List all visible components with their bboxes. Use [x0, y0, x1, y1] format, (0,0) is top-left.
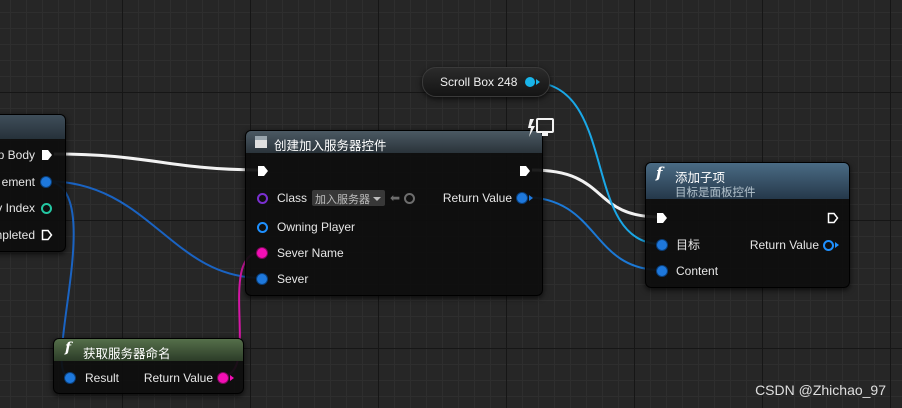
widget-icon	[255, 136, 267, 148]
target-pin[interactable]	[657, 240, 667, 250]
create-widget-exec-out[interactable]	[519, 165, 531, 177]
sever-label: Sever	[277, 272, 309, 286]
target-label: 目标	[676, 238, 701, 252]
wire-scrollbox-to-target	[529, 81, 662, 245]
result-label: Result	[85, 371, 120, 385]
pin-arrow-icon	[835, 242, 839, 248]
get-server-name-return-label: Return Value	[143, 371, 213, 385]
exec-wire-create-to-addchild	[531, 168, 661, 219]
add-child-node[interactable]: f 添加子项 目标是面板控件 目标 Return Value Content	[645, 162, 850, 288]
loop-body-label: p Body	[0, 148, 35, 162]
add-child-exec-in[interactable]	[656, 212, 668, 224]
result-pin[interactable]	[65, 373, 75, 383]
content-pin[interactable]	[657, 266, 667, 276]
sever-name-pin[interactable]	[257, 248, 267, 258]
sever-name-label: Sever Name	[277, 246, 344, 260]
monitor-icon	[528, 117, 554, 139]
completed-label: mpleted	[0, 228, 35, 242]
get-server-name-title: 获取服务器命名	[83, 347, 171, 361]
event-node-header	[0, 115, 65, 139]
return-value-pin[interactable]	[517, 193, 527, 203]
exec-wire-body-to-create	[53, 152, 263, 172]
sever-pin[interactable]	[257, 274, 267, 284]
pin-arrow-icon	[529, 195, 533, 201]
array-element-pin[interactable]	[41, 177, 51, 187]
create-widget-header: 创建加入服务器控件	[246, 131, 542, 153]
search-icon[interactable]	[404, 193, 415, 204]
owning-player-pin[interactable]	[257, 222, 268, 233]
add-child-exec-out[interactable]	[827, 212, 839, 224]
class-dropdown[interactable]: 加入服务器	[312, 190, 385, 206]
wire-element-to-sever	[44, 180, 263, 279]
pin-arrow-icon	[230, 375, 234, 381]
array-element-label: ement	[1, 175, 35, 189]
loop-body-exec-pin[interactable]	[41, 149, 53, 161]
content-label: Content	[676, 264, 719, 278]
scroll-box-output-pin[interactable]	[525, 77, 535, 87]
array-index-pin[interactable]	[41, 203, 52, 214]
class-label: Class	[277, 191, 308, 205]
chevron-down-icon	[373, 197, 381, 201]
get-server-name-return-pin[interactable]	[218, 373, 228, 383]
return-value-label: Return Value	[442, 191, 512, 205]
create-widget-title: 创建加入服务器控件	[274, 139, 387, 153]
add-child-subtitle: 目标是面板控件	[675, 187, 756, 199]
class-dropdown-value: 加入服务器	[315, 194, 370, 206]
add-child-return-label: Return Value	[749, 238, 819, 252]
get-server-name-node[interactable]: f 获取服务器命名 Result Return Value	[53, 338, 244, 394]
create-widget-node[interactable]: 创建加入服务器控件 Class 加入服务器 ⬅ Return Value Own…	[245, 130, 543, 296]
wire-return-to-content	[522, 196, 662, 271]
class-pin[interactable]	[257, 193, 268, 204]
create-widget-exec-in[interactable]	[257, 165, 269, 177]
watermark: CSDN @Zhichao_97	[755, 382, 886, 398]
pin-arrow-icon	[536, 79, 540, 85]
array-index-label: y Index	[0, 201, 35, 215]
function-f-icon: f	[65, 340, 72, 356]
owning-player-label: Owning Player	[277, 220, 356, 234]
scroll-box-label: Scroll Box 248	[440, 75, 518, 89]
add-child-return-pin[interactable]	[823, 240, 834, 251]
completed-exec-pin[interactable]	[41, 229, 53, 241]
scroll-box-variable-node[interactable]: Scroll Box 248	[422, 67, 550, 97]
arrow-left-icon[interactable]: ⬅	[390, 191, 400, 205]
get-server-name-header: f 获取服务器命名	[54, 339, 243, 361]
event-node-partial[interactable]: p Body ement y Index mpleted	[0, 114, 66, 252]
function-f-icon: f	[656, 164, 663, 182]
add-child-header: f 添加子项 目标是面板控件	[646, 163, 849, 199]
